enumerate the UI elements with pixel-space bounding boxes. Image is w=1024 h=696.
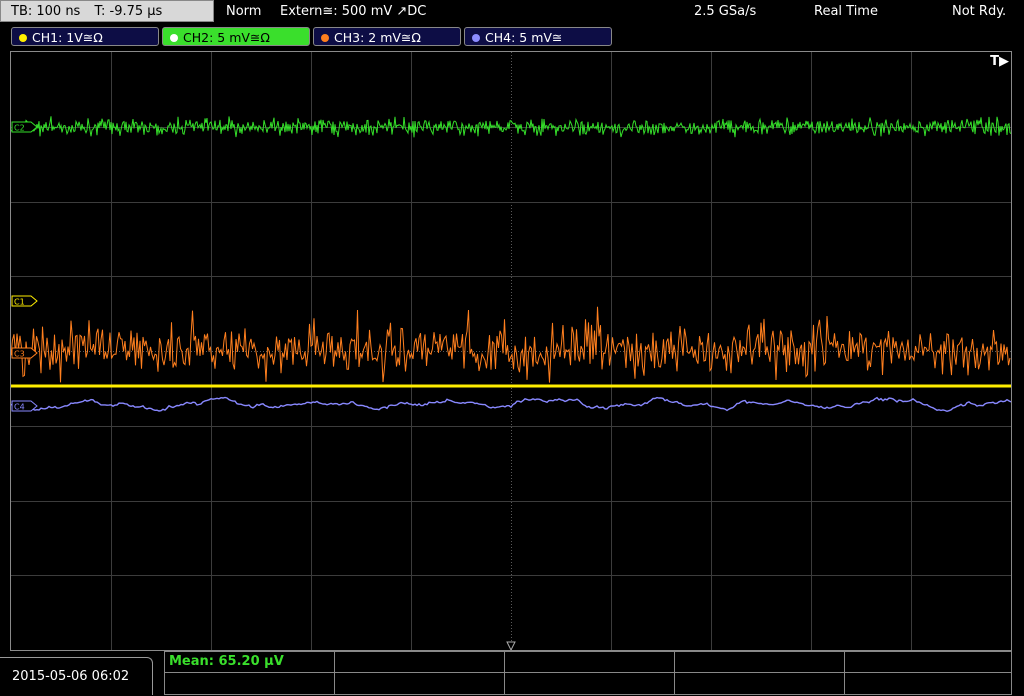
- tab-ch4[interactable]: CH4: 5 mV≅: [464, 27, 612, 46]
- ch1-marker[interactable]: C1: [11, 295, 38, 307]
- ch2-dot-icon: [170, 34, 178, 42]
- trigger-time-value: T: -9.75 µs: [94, 4, 163, 19]
- ch3-waveform: [11, 306, 1011, 383]
- ch3-marker[interactable]: C3: [11, 347, 38, 359]
- grid: [11, 52, 1011, 650]
- trigger-position-marker[interactable]: [506, 641, 516, 650]
- ch2-label: CH2: 5 mV≅Ω: [183, 30, 270, 45]
- ch3-label: CH3: 2 mV≅Ω: [334, 30, 421, 45]
- timebase-value: TB: 100 ns: [11, 4, 81, 19]
- ch2-marker-label: C2: [14, 124, 25, 133]
- top-status-bar: TB: 100 ns T: -9.75 µs Norm Extern≅: 500…: [0, 0, 1024, 25]
- acquisition-status: Not Rdy.: [952, 4, 1007, 19]
- trigger-mode[interactable]: Norm: [226, 0, 261, 24]
- ch3-dot-icon: [321, 34, 329, 42]
- measurement-cell[interactable]: [164, 672, 335, 695]
- measurement-cell[interactable]: [504, 651, 675, 673]
- measurement-cell[interactable]: [504, 672, 675, 695]
- measurement-cell[interactable]: [674, 651, 845, 673]
- ch2-waveform: [11, 116, 1011, 138]
- measurement-cell[interactable]: [674, 672, 845, 695]
- tab-ch3[interactable]: CH3: 2 mV≅Ω: [313, 27, 461, 46]
- trigger-source[interactable]: Extern≅: 500 mV ↗DC: [280, 0, 426, 24]
- sample-rate: 2.5 GSa/s: [694, 4, 757, 19]
- measurement-cell[interactable]: [844, 651, 1012, 673]
- measurement-cell[interactable]: [334, 672, 505, 695]
- acquisition-mode: Real Time: [814, 4, 878, 19]
- tab-ch1[interactable]: CH1: 1V≅Ω: [11, 27, 159, 46]
- measurement-cell[interactable]: [334, 651, 505, 673]
- waveform-canvas[interactable]: C2 C1 C3 C4: [11, 52, 1011, 650]
- ch1-marker-label: C1: [14, 298, 25, 307]
- channel-tabs: CH1: 1V≅Ω CH2: 5 mV≅Ω CH3: 2 mV≅Ω CH4: 5…: [0, 26, 1024, 48]
- timebase-box[interactable]: TB: 100 ns T: -9.75 µs: [0, 0, 214, 22]
- trigger-marker-icon: T▶: [990, 54, 1009, 69]
- ch1-dot-icon: [19, 34, 27, 42]
- measurement-cell[interactable]: [844, 672, 1012, 695]
- date-time: 2015-05-06 06:02: [12, 669, 130, 684]
- mean-measurement: Mean: 65.20 µV: [169, 654, 284, 669]
- ch1-label: CH1: 1V≅Ω: [32, 30, 103, 45]
- date-time-box: 2015-05-06 06:02: [0, 657, 153, 695]
- ch4-dot-icon: [472, 34, 480, 42]
- tab-ch2[interactable]: CH2: 5 mV≅Ω: [162, 27, 310, 46]
- ch4-marker-label: C4: [14, 403, 25, 412]
- ch4-label: CH4: 5 mV≅: [485, 30, 563, 45]
- ch3-marker-label: C3: [14, 350, 25, 359]
